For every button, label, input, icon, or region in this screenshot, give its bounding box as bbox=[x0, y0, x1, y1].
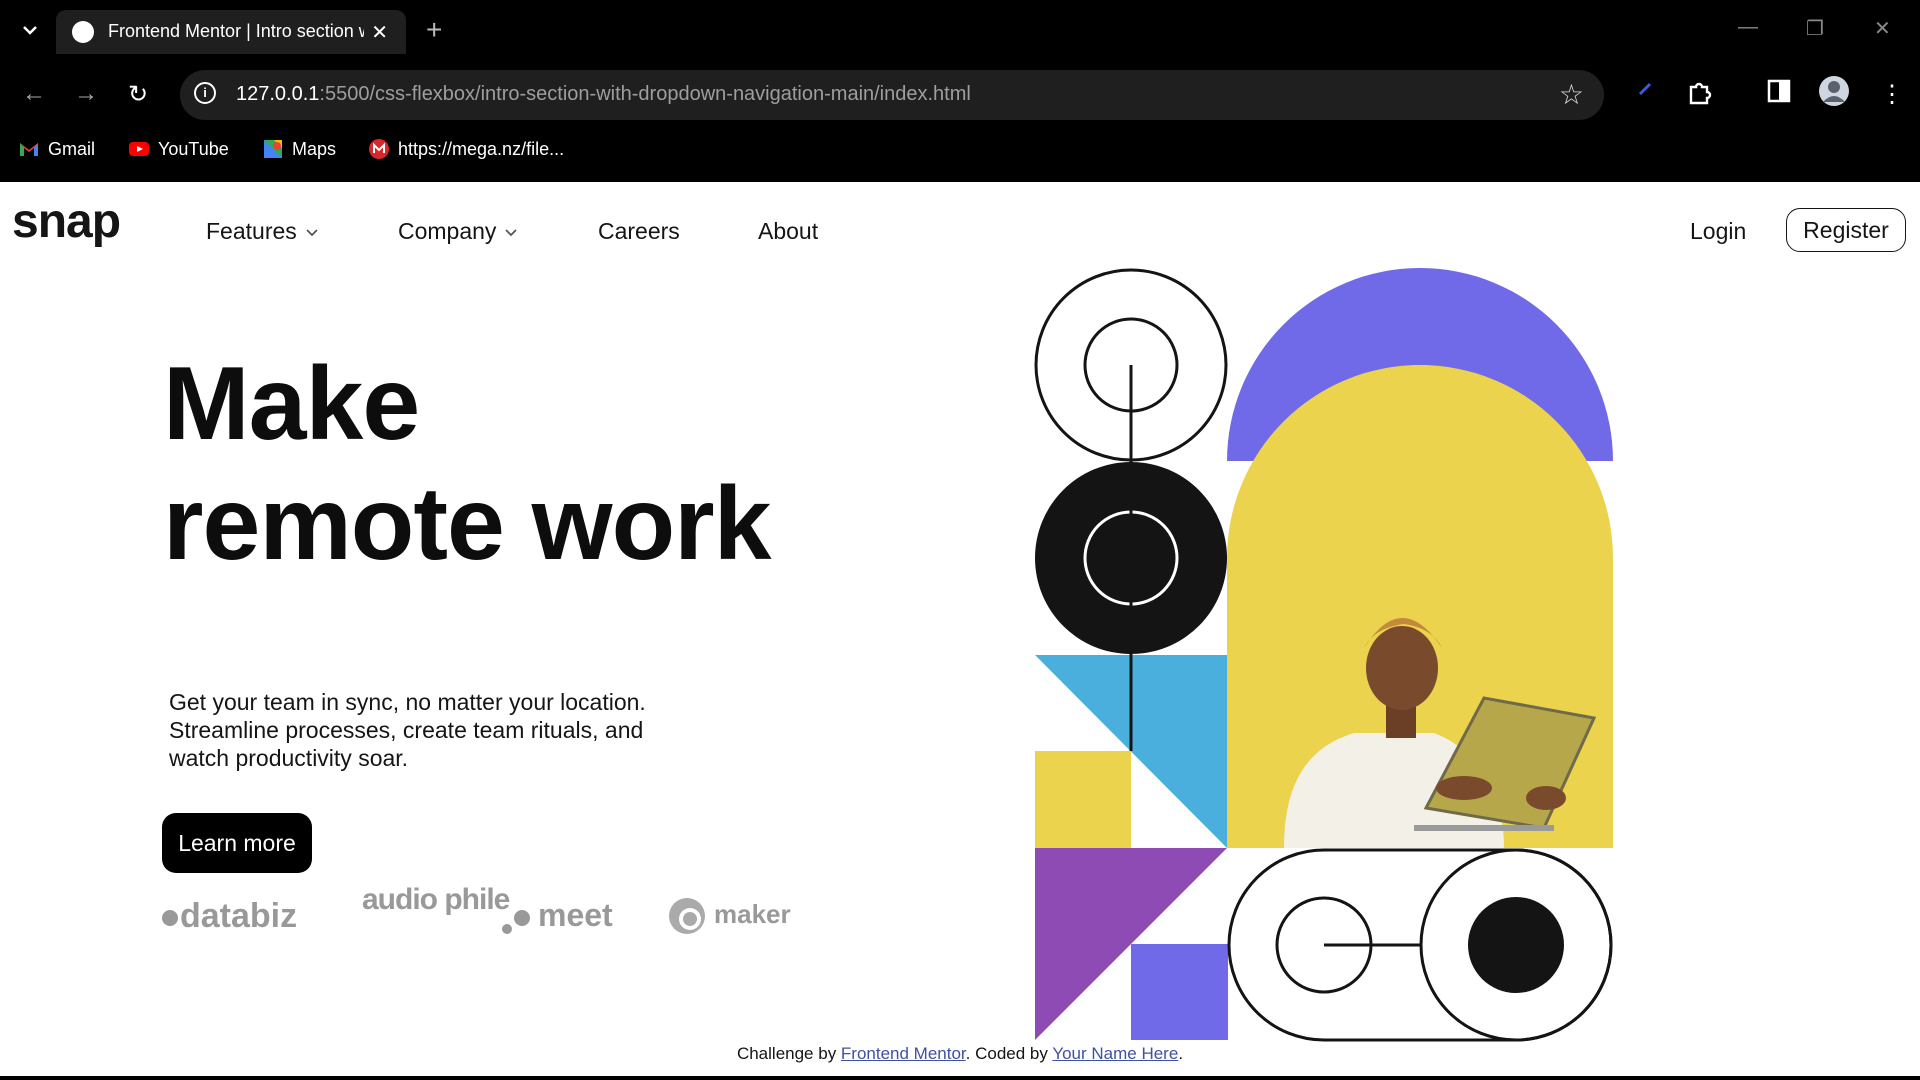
meet-dot-icon bbox=[502, 924, 512, 934]
bookmark-gmail[interactable]: Gmail bbox=[18, 138, 95, 160]
nav-features[interactable]: Features bbox=[206, 218, 319, 245]
tab-title: Frontend Mentor | Intro section with dro… bbox=[108, 21, 364, 41]
hero-headline: Make remote work bbox=[163, 346, 771, 582]
author-link[interactable]: Your Name Here bbox=[1052, 1044, 1178, 1063]
restore-icon[interactable]: ❐ bbox=[1806, 16, 1824, 41]
forward-icon[interactable]: → bbox=[74, 80, 98, 108]
hero-illustration bbox=[1034, 268, 1613, 1042]
client-databiz-logo: databiz bbox=[162, 897, 297, 936]
close-window-icon[interactable]: ✕ bbox=[1874, 16, 1891, 41]
nav-careers[interactable]: Careers bbox=[598, 218, 680, 245]
meet-dot-icon bbox=[514, 909, 530, 926]
chevron-down-icon bbox=[306, 228, 318, 236]
learn-more-button[interactable]: Learn more bbox=[162, 813, 312, 873]
nav-company[interactable]: Company bbox=[398, 218, 518, 245]
gmail-icon bbox=[20, 143, 38, 156]
client-meet-logo: meet bbox=[502, 897, 613, 934]
login-link[interactable]: Login bbox=[1690, 218, 1746, 245]
side-panel-icon[interactable] bbox=[1766, 78, 1792, 104]
maker-logo-icon bbox=[669, 898, 705, 934]
page-viewport: snap Features Company Careers About Logi… bbox=[0, 182, 1920, 1080]
bookmark-mega[interactable]: https://mega.nz/file... bbox=[368, 138, 564, 160]
profile-avatar-icon[interactable] bbox=[1818, 75, 1850, 107]
bookmark-star-icon[interactable]: ☆ bbox=[1559, 78, 1584, 111]
mega-icon bbox=[369, 139, 389, 159]
bookmarks-bar: Gmail YouTube Maps https://mega.nz/file.… bbox=[0, 130, 1920, 170]
close-tab-icon[interactable]: ✕ bbox=[371, 20, 388, 45]
extensions-puzzle-icon[interactable] bbox=[1686, 78, 1714, 106]
back-icon[interactable]: ← bbox=[22, 80, 46, 108]
bookmark-maps[interactable]: Maps bbox=[262, 138, 336, 160]
frontend-mentor-favicon-icon bbox=[72, 21, 94, 43]
client-audiophile-logo: audio phile bbox=[362, 883, 510, 916]
extension-indicator-icon[interactable] bbox=[1636, 78, 1656, 98]
url-text: 127.0.0.1:5500/css-flexbox/intro-section… bbox=[236, 83, 971, 105]
yellow-square-shape bbox=[1035, 751, 1131, 848]
frontend-mentor-link[interactable]: Frontend Mentor bbox=[841, 1044, 966, 1063]
menu-kebab-icon[interactable]: ⋮ bbox=[1880, 80, 1904, 109]
client-logos: databiz audio phile meet maker bbox=[162, 883, 802, 957]
reload-icon[interactable]: ↻ bbox=[128, 80, 148, 109]
black-dot-shape bbox=[1468, 897, 1564, 993]
snap-logo[interactable]: snap bbox=[12, 194, 121, 249]
tab-strip: Frontend Mentor | Intro section with dro… bbox=[0, 0, 1920, 60]
databiz-dot-icon bbox=[162, 910, 178, 927]
register-button[interactable]: Register bbox=[1786, 208, 1906, 252]
attribution: Challenge by Frontend Mentor. Coded by Y… bbox=[736, 1044, 1184, 1063]
tab-search-chevron-icon[interactable] bbox=[18, 18, 42, 42]
chevron-down-icon bbox=[505, 228, 518, 236]
youtube-icon bbox=[129, 142, 149, 156]
nav-about[interactable]: About bbox=[758, 218, 818, 245]
toolbar: ← → ↻ i 127.0.0.1:5500/css-flexbox/intro… bbox=[0, 66, 1920, 122]
client-maker-logo: maker bbox=[668, 897, 791, 935]
minimize-icon[interactable]: — bbox=[1738, 16, 1758, 39]
purple-square-shape bbox=[1131, 944, 1228, 1040]
site-info-icon[interactable]: i bbox=[194, 82, 216, 104]
active-tab[interactable]: Frontend Mentor | Intro section with dro… bbox=[56, 10, 406, 54]
maps-icon bbox=[264, 140, 282, 158]
address-bar[interactable]: i 127.0.0.1:5500/css-flexbox/intro-secti… bbox=[180, 70, 1604, 120]
browser-chrome: Frontend Mentor | Intro section with dro… bbox=[0, 0, 1920, 182]
bookmark-youtube[interactable]: YouTube bbox=[128, 138, 229, 160]
new-tab-icon[interactable]: + bbox=[426, 14, 442, 46]
hero-description: Get your team in sync, no matter your lo… bbox=[169, 689, 646, 771]
window-bottom-border bbox=[0, 1076, 1920, 1080]
